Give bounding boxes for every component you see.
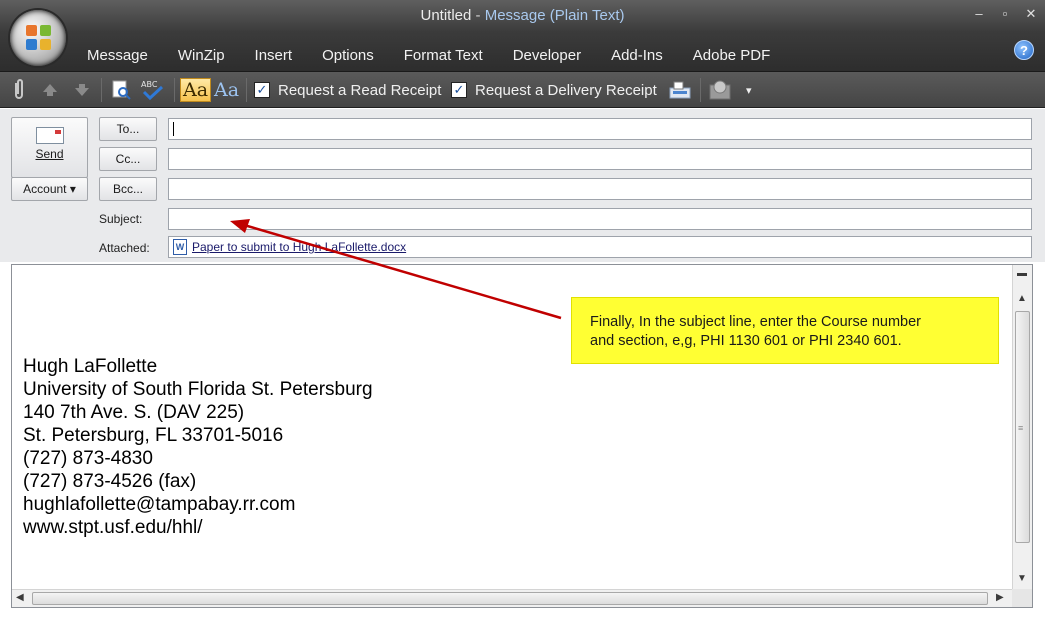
tab-winzip[interactable]: WinZip — [163, 47, 240, 64]
send-label: Send — [35, 147, 64, 161]
quick-toolbar: ABC Aa Aa ✓ Request a Read Receipt ✓ Req… — [0, 72, 1045, 108]
read-receipt-option[interactable]: ✓ Request a Read Receipt — [254, 79, 441, 101]
instruction-callout: Finally, In the subject line, enter the … — [571, 297, 999, 364]
toolbar-divider — [246, 78, 247, 102]
print-preview-icon[interactable] — [110, 79, 132, 101]
voting-buttons-icon[interactable] — [668, 79, 692, 101]
cc-field[interactable] — [168, 148, 1032, 170]
callout-line-1: Finally, In the subject line, enter the … — [590, 314, 921, 330]
vertical-scrollbar[interactable]: ▬ ▲ ≡ ▼ — [1012, 265, 1032, 591]
scroll-down-icon[interactable]: ▼ — [1017, 573, 1027, 584]
subject-field[interactable] — [168, 208, 1032, 230]
title-application: Message (Plain Text) — [484, 7, 625, 24]
signature-block: Hugh LaFollette University of South Flor… — [23, 355, 373, 539]
plain-text-format-button[interactable]: Aa — [180, 78, 212, 102]
window-title: Untitled - Message (Plain Text) — [0, 7, 1045, 24]
next-item-icon[interactable] — [73, 79, 91, 101]
to-button[interactable]: To... — [99, 117, 157, 141]
bcc-field[interactable] — [168, 178, 1032, 200]
close-button[interactable]: ✕ — [1025, 6, 1037, 22]
tab-insert[interactable]: Insert — [240, 47, 308, 64]
subject-label: Subject: — [99, 212, 143, 226]
signature-city-line: St. Petersburg, FL 33701-5016 — [23, 425, 284, 446]
to-field[interactable] — [168, 118, 1032, 140]
spelling-check-icon[interactable]: ABC — [140, 79, 166, 101]
help-icon[interactable]: ? — [1014, 40, 1034, 60]
horizontal-scroll-thumb[interactable] — [32, 592, 988, 605]
signature-address-line: 140 7th Ave. S. (DAV 225) — [23, 402, 245, 423]
signature-website: www.stpt.usf.edu/hhl/ — [23, 517, 203, 538]
attachment-link[interactable]: Paper to submit to Hugh LaFollette.docx — [192, 240, 406, 254]
title-document: Untitled — [420, 7, 472, 24]
minimize-button[interactable]: – — [973, 6, 985, 22]
toolbar-divider — [101, 78, 102, 102]
signature-institution: University of South Florida St. Petersbu… — [23, 379, 373, 400]
split-view-icon[interactable]: ▬ — [1017, 268, 1027, 279]
delivery-receipt-checkbox[interactable]: ✓ — [451, 82, 467, 98]
format-plain-text-icon: Aa — [180, 78, 212, 102]
scroll-left-icon[interactable]: ◀ — [16, 592, 24, 603]
signature-phone: (727) 873-4830 — [23, 448, 153, 469]
bcc-button[interactable]: Bcc... — [99, 177, 157, 201]
signature-email: hughlafollette@tampabay.rr.com — [23, 494, 296, 515]
scroll-up-icon[interactable]: ▲ — [1017, 293, 1027, 304]
scroll-right-icon[interactable]: ▶ — [996, 592, 1004, 603]
svg-text:ABC: ABC — [141, 80, 158, 89]
attach-file-icon[interactable] — [12, 79, 26, 101]
horizontal-scrollbar[interactable]: ◀ ▶ — [12, 589, 1013, 607]
office-logo-icon — [26, 25, 52, 51]
send-button[interactable]: Send — [11, 117, 88, 178]
tab-add-ins[interactable]: Add-Ins — [596, 47, 678, 64]
signature-name: Hugh LaFollette — [23, 356, 158, 377]
previous-item-icon[interactable] — [41, 79, 59, 101]
text-cursor — [173, 122, 174, 136]
delivery-receipt-option[interactable]: ✓ Request a Delivery Receipt — [451, 79, 657, 101]
delivery-receipt-label: Request a Delivery Receipt — [475, 81, 657, 99]
read-receipt-checkbox[interactable]: ✓ — [254, 82, 270, 98]
window-controls: – ▫ ✕ — [973, 6, 1037, 22]
toolbar-divider — [700, 78, 701, 102]
tab-developer[interactable]: Developer — [498, 47, 596, 64]
word-document-icon: W — [173, 239, 187, 255]
maximize-button[interactable]: ▫ — [999, 6, 1011, 22]
tab-adobe-pdf[interactable]: Adobe PDF — [678, 47, 786, 64]
ribbon-tabs: Message WinZip Insert Options Format Tex… — [72, 47, 785, 64]
send-icon — [35, 127, 64, 144]
attachment-field: W Paper to submit to Hugh LaFollette.doc… — [168, 236, 1032, 258]
account-button[interactable]: Account ▾ — [11, 177, 88, 201]
customize-toolbar-icon[interactable]: ▾ — [746, 79, 752, 101]
cc-button[interactable]: Cc... — [99, 147, 157, 171]
title-separator: - — [471, 7, 485, 24]
format-html-icon: Aa — [214, 79, 240, 101]
tab-options[interactable]: Options — [307, 47, 389, 64]
html-format-button[interactable]: Aa — [212, 79, 241, 101]
tab-message[interactable]: Message — [72, 47, 163, 64]
signature-fax: (727) 873-4526 (fax) — [23, 471, 197, 492]
tab-format-text[interactable]: Format Text — [389, 47, 498, 64]
attached-label: Attached: — [99, 241, 150, 255]
options-dialog-icon[interactable] — [708, 79, 734, 101]
message-header: Send Account ▾ To... Cc... Bcc... Subjec… — [0, 109, 1045, 262]
scrollbar-corner — [1012, 589, 1032, 607]
callout-line-2: and section, e,g, PHI 1130 601 or PHI 23… — [590, 333, 902, 349]
toolbar-divider — [174, 78, 175, 102]
title-bar: Untitled - Message (Plain Text) – ▫ ✕ Me… — [0, 0, 1045, 72]
read-receipt-label: Request a Read Receipt — [278, 81, 442, 99]
scroll-grip-icon: ≡ — [1018, 423, 1024, 433]
